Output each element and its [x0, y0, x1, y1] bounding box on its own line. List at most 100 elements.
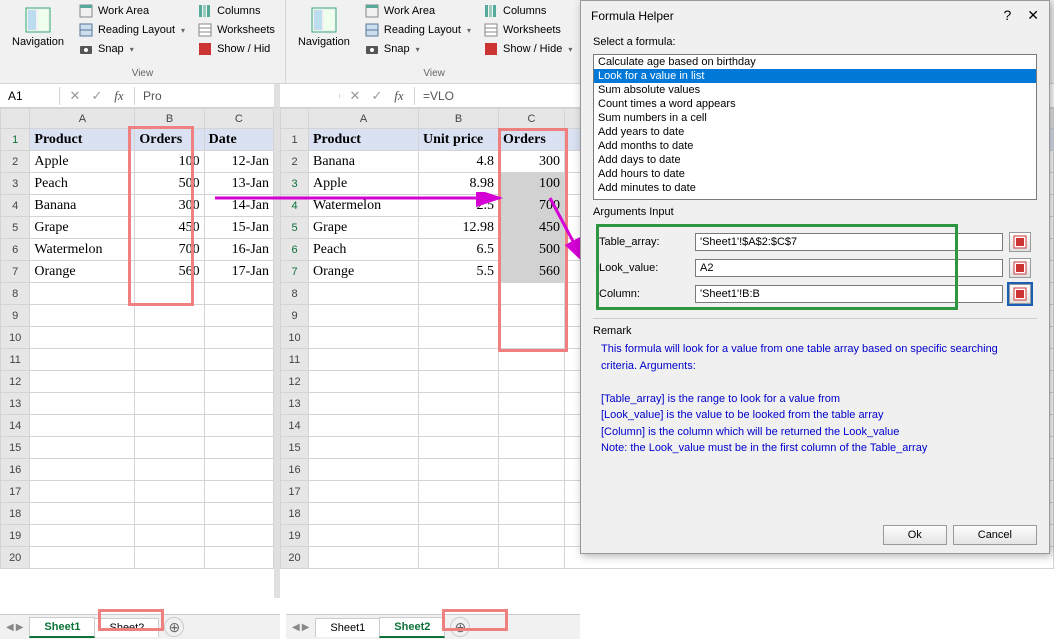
tab-sheet2[interactable]: Sheet2 [94, 618, 159, 637]
cell[interactable]: Grape [309, 217, 419, 239]
col-header[interactable]: A [30, 109, 135, 129]
formula-list-item[interactable]: Count times a word appears [594, 97, 1036, 111]
navigation-button[interactable]: Navigation [292, 2, 356, 50]
formula-list-item[interactable]: Add hours to date [594, 167, 1036, 181]
table-row[interactable]: 3Peach50013-Jan [1, 173, 274, 195]
col-header[interactable]: B [135, 109, 204, 129]
formula-list-item[interactable]: Add minutes to date [594, 181, 1036, 195]
cell[interactable]: Peach [30, 173, 135, 195]
formula-list-item[interactable]: Look for a value in list [594, 69, 1036, 83]
enter-formula-button[interactable]: ✓ [366, 88, 388, 104]
cancel-formula-button[interactable]: ✕ [64, 88, 86, 104]
table-array-input[interactable] [695, 233, 1003, 251]
table-row[interactable]: 5Grape45015-Jan [1, 217, 274, 239]
columns-button[interactable]: Columns [193, 2, 279, 20]
cell[interactable]: Banana [30, 195, 135, 217]
cell[interactable]: Peach [309, 239, 419, 261]
enter-formula-button[interactable]: ✓ [86, 88, 108, 104]
reading-layout-button[interactable]: Reading Layout▾ [360, 21, 475, 39]
cell[interactable]: 6.5 [419, 239, 499, 261]
formula-list-item[interactable]: Add days to date [594, 153, 1036, 167]
ok-button[interactable]: Ok [883, 525, 947, 545]
col-header[interactable]: B [419, 109, 499, 129]
range-picker-button[interactable] [1009, 284, 1031, 304]
tab-sheet1[interactable]: Sheet1 [315, 618, 380, 637]
cell[interactable]: 12-Jan [204, 151, 273, 173]
table-row[interactable]: 4Banana30014-Jan [1, 195, 274, 217]
snap-button[interactable]: Snap▾ [360, 40, 475, 58]
look-value-input[interactable] [695, 259, 1003, 277]
show-hide-button[interactable]: Show / Hide▾ [479, 40, 576, 58]
tab-nav-next[interactable]: ▶ [16, 622, 24, 633]
header-cell[interactable]: Unit price [419, 129, 499, 151]
worksheets-button[interactable]: Worksheets [479, 21, 576, 39]
work-area-button[interactable]: Work Area [360, 2, 475, 20]
cell[interactable]: 700 [135, 239, 204, 261]
formula-list-item[interactable]: Sum absolute values [594, 83, 1036, 97]
header-cell[interactable]: Product [30, 129, 135, 151]
cell[interactable]: 17-Jan [204, 261, 273, 283]
formula-list[interactable]: Calculate age based on birthdayLook for … [593, 54, 1037, 200]
cell[interactable]: 450 [499, 217, 565, 239]
cell[interactable]: 5.5 [419, 261, 499, 283]
sheet1-grid[interactable]: ABC 1ProductOrdersDate 2Apple10012-Jan3P… [0, 108, 280, 598]
columns-button[interactable]: Columns [479, 2, 576, 20]
worksheets-button[interactable]: Worksheets [193, 21, 279, 39]
help-button[interactable]: ? [1003, 7, 1011, 24]
cell[interactable]: 15-Jan [204, 217, 273, 239]
work-area-button[interactable]: Work Area [74, 2, 189, 20]
col-header[interactable]: A [309, 109, 419, 129]
header-cell[interactable]: Orders [499, 129, 565, 151]
fx-button[interactable]: fx [388, 88, 410, 104]
reading-layout-button[interactable]: Reading Layout▾ [74, 21, 189, 39]
col-header[interactable]: C [499, 109, 565, 129]
navigation-button[interactable]: Navigation [6, 2, 70, 50]
table-row[interactable]: 7Orange56017-Jan [1, 261, 274, 283]
cell[interactable]: 16-Jan [204, 239, 273, 261]
formula-list-item[interactable]: Calculate age based on birthday [594, 55, 1036, 69]
cell[interactable]: 14-Jan [204, 195, 273, 217]
range-picker-button[interactable] [1009, 232, 1031, 252]
cell[interactable]: 560 [135, 261, 204, 283]
cell[interactable]: Banana [309, 151, 419, 173]
cell[interactable]: 100 [499, 173, 565, 195]
cell[interactable]: Apple [30, 151, 135, 173]
tab-nav-prev[interactable]: ◀ [292, 622, 300, 633]
show-hide-button[interactable]: Show / Hid [193, 40, 279, 58]
header-cell[interactable]: Orders [135, 129, 204, 151]
column-input[interactable] [695, 285, 1003, 303]
table-row[interactable]: 2Apple10012-Jan [1, 151, 274, 173]
cell[interactable]: 100 [135, 151, 204, 173]
fx-button[interactable]: fx [108, 88, 130, 104]
cell[interactable]: 560 [499, 261, 565, 283]
cell[interactable]: 2.5 [419, 195, 499, 217]
formula-list-item[interactable]: Add years to date [594, 125, 1036, 139]
tab-nav-prev[interactable]: ◀ [6, 622, 14, 633]
range-picker-button[interactable] [1009, 258, 1031, 278]
cancel-button[interactable]: Cancel [953, 525, 1037, 545]
tab-nav-next[interactable]: ▶ [302, 622, 310, 633]
cell[interactable]: 700 [499, 195, 565, 217]
cell[interactable]: Orange [30, 261, 135, 283]
name-box[interactable] [280, 94, 340, 98]
cell[interactable]: Orange [309, 261, 419, 283]
cell[interactable]: 450 [135, 217, 204, 239]
add-sheet-button[interactable]: ⊕ [164, 617, 184, 637]
dialog-titlebar[interactable]: Formula Helper ? ✕ [581, 1, 1049, 30]
formula-list-item[interactable]: Add months to date [594, 139, 1036, 153]
cell[interactable]: 8.98 [419, 173, 499, 195]
add-sheet-button[interactable]: ⊕ [450, 617, 470, 637]
snap-button[interactable]: Snap▾ [74, 40, 189, 58]
formula-input[interactable]: Pro [134, 87, 274, 105]
header-cell[interactable]: Date [204, 129, 273, 151]
cell[interactable]: 500 [135, 173, 204, 195]
cell[interactable]: 4.8 [419, 151, 499, 173]
table-row[interactable]: 6Watermelon70016-Jan [1, 239, 274, 261]
cancel-formula-button[interactable]: ✕ [344, 88, 366, 104]
tab-sheet2[interactable]: Sheet2 [379, 617, 445, 638]
cell[interactable]: 300 [499, 151, 565, 173]
cell[interactable]: Apple [309, 173, 419, 195]
formula-list-item[interactable]: Sum numbers in a cell [594, 111, 1036, 125]
col-header[interactable]: C [204, 109, 273, 129]
cell[interactable]: Watermelon [30, 239, 135, 261]
